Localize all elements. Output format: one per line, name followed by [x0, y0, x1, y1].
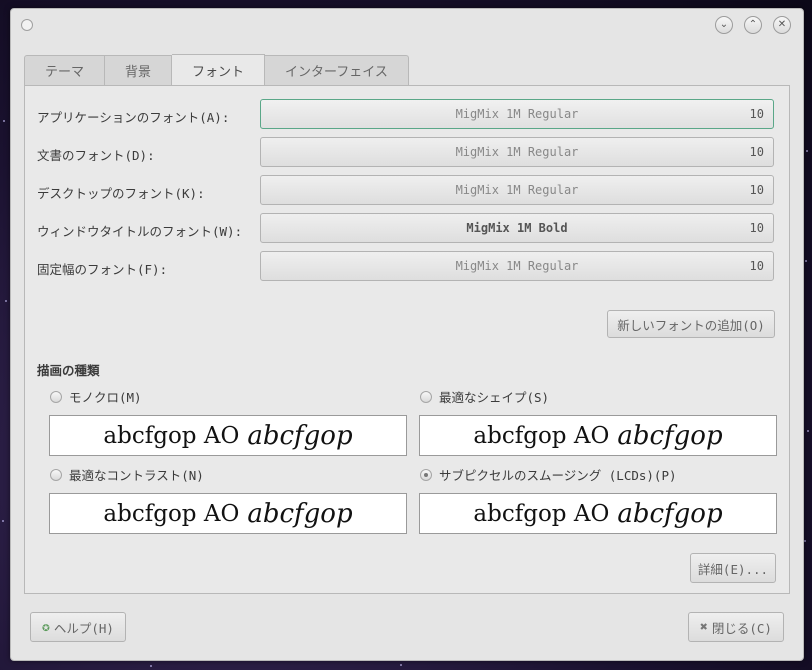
preview-best-shape: abcfgop AO abcfgop — [419, 415, 777, 456]
preview-italic-text: abcfgop — [617, 498, 723, 529]
radio-button[interactable] — [50, 390, 62, 403]
details-button[interactable]: 詳細(E)... — [690, 553, 776, 583]
tab-bar: テーマ 背景 フォント インターフェイス — [24, 54, 409, 86]
font-name: MigMix 1M Regular — [455, 107, 579, 121]
font-name: MigMix 1M Regular — [455, 183, 579, 197]
monospace-font-label: 固定幅のフォント(F): — [37, 262, 168, 277]
radio-button[interactable] — [50, 468, 62, 481]
help-button-label: ヘルプ(H) — [53, 620, 114, 636]
preview-regular-text: abcfgop AO — [103, 422, 240, 449]
tab-theme[interactable]: テーマ — [24, 55, 106, 85]
fonts-panel: アプリケーションのフォント(A): MigMix 1M Regular 10 文… — [24, 85, 790, 594]
radio-best-shape[interactable]: 最適なシェイプ(S) — [420, 387, 549, 406]
font-name: MigMix 1M Regular — [455, 145, 579, 159]
lifebuoy-icon: ✪ — [42, 619, 50, 635]
font-size: 10 — [749, 259, 764, 273]
appearance-window: ⌄ ⌃ ✕ テーマ 背景 フォント インターフェイス アプリケーションのフォント… — [10, 8, 804, 661]
application-font-label: アプリケーションのフォント(A): — [37, 110, 230, 125]
radio-button[interactable] — [420, 468, 432, 481]
titlebar[interactable]: ⌄ ⌃ ✕ — [11, 9, 803, 43]
font-size: 10 — [749, 221, 764, 235]
application-font-button[interactable]: MigMix 1M Regular 10 — [260, 99, 774, 129]
close-button[interactable]: ✖ 閉じる(C) — [688, 612, 784, 642]
radio-monochrome[interactable]: モノクロ(M) — [50, 387, 142, 406]
preview-subpixel: abcfgop AO abcfgop — [419, 493, 777, 534]
tab-background[interactable]: 背景 — [105, 55, 173, 85]
window-title-font-button[interactable]: MigMix 1M Bold 10 — [260, 213, 774, 243]
preview-regular-text: abcfgop AO — [103, 500, 240, 527]
font-size: 10 — [749, 107, 764, 121]
radio-label: 最適なコントラスト(N) — [69, 468, 204, 483]
add-font-button[interactable]: 新しいフォントの追加(O) — [607, 310, 775, 338]
radio-subpixel[interactable]: サブピクセルのスムージング (LCDs)(P) — [420, 465, 677, 484]
preview-italic-text: abcfgop — [617, 420, 723, 451]
tab-interface[interactable]: インターフェイス — [265, 55, 409, 85]
close-button-label: 閉じる(C) — [711, 620, 772, 636]
document-font-button[interactable]: MigMix 1M Regular 10 — [260, 137, 774, 167]
preview-italic-text: abcfgop — [247, 498, 353, 529]
chevron-up-icon[interactable]: ⌃ — [744, 16, 762, 34]
close-icon[interactable]: ✕ — [773, 16, 791, 34]
font-size: 10 — [749, 183, 764, 197]
font-name: MigMix 1M Bold — [466, 221, 568, 235]
preview-regular-text: abcfgop AO — [473, 500, 610, 527]
radio-label: サブピクセルのスムージング (LCDs)(P) — [439, 468, 677, 483]
desktop-font-button[interactable]: MigMix 1M Regular 10 — [260, 175, 774, 205]
preview-regular-text: abcfgop AO — [473, 422, 610, 449]
close-icon: ✖ — [700, 619, 708, 635]
rendering-section-title: 描画の種類 — [37, 363, 100, 378]
radio-best-contrast[interactable]: 最適なコントラスト(N) — [50, 465, 204, 484]
radio-label: 最適なシェイプ(S) — [439, 390, 550, 405]
font-name: MigMix 1M Regular — [455, 259, 579, 273]
desktop-font-label: デスクトップのフォント(K): — [37, 186, 205, 201]
monospace-font-button[interactable]: MigMix 1M Regular 10 — [260, 251, 774, 281]
font-size: 10 — [749, 145, 764, 159]
tab-fonts[interactable]: フォント — [172, 54, 266, 86]
radio-button[interactable] — [420, 390, 432, 403]
window-menu-icon[interactable] — [21, 19, 33, 31]
help-button[interactable]: ✪ ヘルプ(H) — [30, 612, 126, 642]
window-title-font-label: ウィンドウタイトルのフォント(W): — [37, 224, 243, 239]
radio-label: モノクロ(M) — [69, 390, 142, 405]
preview-best-contrast: abcfgop AO abcfgop — [49, 493, 407, 534]
document-font-label: 文書のフォント(D): — [37, 148, 155, 163]
preview-monochrome: abcfgop AO abcfgop — [49, 415, 407, 456]
preview-italic-text: abcfgop — [247, 420, 353, 451]
chevron-down-icon[interactable]: ⌄ — [715, 16, 733, 34]
